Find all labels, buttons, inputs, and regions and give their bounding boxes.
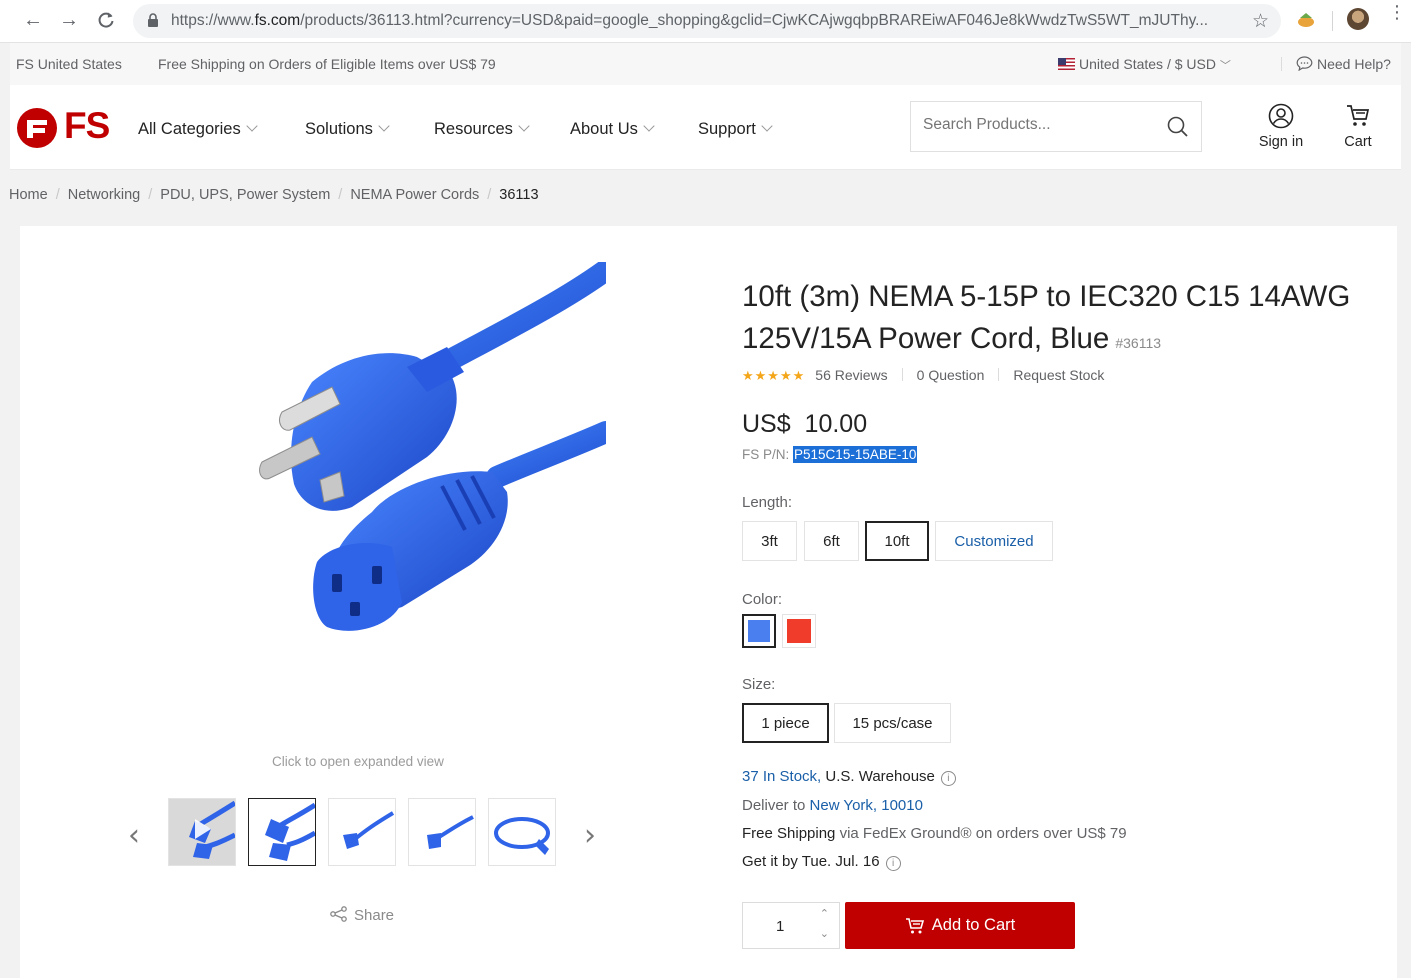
part-number: FS P/N: P515C15-15ABE-10 (742, 446, 918, 463)
lock-icon (148, 13, 158, 27)
chevron-down-icon: ﹀ (1219, 60, 1231, 72)
profile-avatar[interactable] (1347, 8, 1369, 30)
length-label: Length: (742, 494, 793, 511)
chevron-down-icon (378, 120, 390, 132)
more-menu-icon[interactable]: ⋮ (1388, 3, 1406, 21)
breadcrumb-pdu[interactable]: PDU, UPS, Power System (160, 187, 330, 203)
cart-icon (905, 917, 924, 933)
thumbnail-1[interactable] (248, 798, 316, 866)
cart-icon (1347, 105, 1370, 126)
thumbnail-video[interactable] (168, 798, 236, 866)
breadcrumb-networking[interactable]: Networking (68, 187, 141, 203)
length-option-customized[interactable]: Customized (935, 521, 1053, 561)
menu-resources[interactable]: Resources (434, 120, 530, 139)
deliver-location-link[interactable]: New York, 10010 (810, 797, 923, 814)
shipping-info: Free Shipping via FedEx Ground® on order… (742, 825, 1127, 842)
product-id: #36113 (1115, 335, 1162, 351)
thumbnail-2[interactable] (328, 798, 396, 866)
chevron-down-icon (761, 120, 773, 132)
rating-stars-icon[interactable]: ★★★★★ (742, 368, 805, 383)
size-option-15-pcs[interactable]: 15 pcs/case (834, 703, 951, 743)
breadcrumb: Home / Networking / PDU, UPS, Power System / N… (9, 187, 539, 203)
extension-icon[interactable] (1296, 10, 1316, 35)
share-button[interactable]: Share (330, 906, 394, 924)
size-label: Size: (742, 676, 776, 693)
top-info-bar: FS United States Free Shipping on Orders… (10, 43, 1401, 85)
expand-view-hint: Click to open expanded view (272, 754, 444, 769)
info-icon[interactable]: i (885, 856, 901, 871)
product-title: 10ft (3m) NEMA 5-15P to IEC320 C15 14AWG… (742, 280, 1351, 355)
browser-toolbar: ← → https://www.fs.com/products/36113.ht… (0, 0, 1411, 43)
menu-support[interactable]: Support (698, 120, 773, 139)
chevron-up-icon[interactable]: ⌃ (820, 907, 829, 920)
back-arrow-icon[interactable]: ← (20, 7, 46, 33)
topbar-divider (1281, 57, 1282, 71)
color-swatch-blue[interactable] (742, 614, 776, 648)
sign-in-button[interactable]: Sign in (1255, 103, 1307, 150)
info-icon[interactable]: i (940, 771, 956, 786)
address-bar[interactable]: https://www.fs.com/products/36113.html?c… (133, 4, 1281, 38)
delivery-date: Get it by Tue. Jul. 16 i (742, 853, 901, 871)
menu-solutions[interactable]: Solutions (305, 120, 390, 139)
cart-button[interactable]: Cart (1338, 103, 1378, 150)
locale-selector[interactable]: United States / $ USD ﹀ (1058, 56, 1231, 73)
color-swatch-red[interactable] (782, 614, 816, 648)
chevron-down-icon (246, 120, 258, 132)
toolbar-divider (1332, 11, 1333, 31)
fs-logo-mark (17, 108, 57, 148)
reload-icon[interactable] (93, 7, 119, 33)
product-price: US$ 10.00 (742, 410, 868, 438)
length-option-6ft[interactable]: 6ft (804, 521, 859, 561)
chat-bubble-icon (1296, 56, 1313, 72)
request-stock-link[interactable]: Request Stock (1013, 367, 1104, 383)
menu-all-categories[interactable]: All Categories (138, 120, 258, 139)
search-icon[interactable] (1167, 116, 1189, 138)
site-header: FS All Categories Solutions Resources Ab… (10, 85, 1401, 170)
shipping-notice[interactable]: Free Shipping on Orders of Eligible Item… (158, 56, 496, 72)
forward-arrow-icon[interactable]: → (56, 7, 82, 33)
thumbnail-next-arrow-icon[interactable]: › (584, 818, 596, 853)
search-input[interactable] (923, 116, 1153, 134)
stock-info: 37 In Stock, U.S. Warehouse i (742, 768, 956, 786)
bookmark-star-icon[interactable]: ☆ (1252, 10, 1269, 33)
length-option-10ft[interactable]: 10ft (865, 521, 929, 561)
need-help-link[interactable]: Need Help? (1296, 56, 1391, 72)
user-icon (1268, 103, 1294, 129)
product-image[interactable] (232, 262, 606, 686)
quantity-stepper[interactable]: 1 ⌃ ⌄ (742, 902, 840, 949)
fs-logo[interactable]: FS (16, 107, 110, 154)
chevron-down-icon (518, 120, 530, 132)
color-label: Color: (742, 591, 783, 608)
questions-link[interactable]: 0 Question (917, 367, 985, 383)
chevron-down-icon (643, 120, 655, 132)
reviews-link[interactable]: 56 Reviews (815, 367, 887, 383)
stock-count[interactable]: 37 In Stock, (742, 768, 821, 785)
thumbnail-3[interactable] (408, 798, 476, 866)
add-to-cart-button[interactable]: Add to Cart (845, 902, 1075, 949)
share-icon (330, 906, 347, 922)
thumbnail-4[interactable] (488, 798, 556, 866)
part-number-value[interactable]: P515C15-15ABE-10 (793, 446, 918, 463)
thumbnail-prev-arrow-icon[interactable]: ‹ (128, 818, 140, 853)
deliver-info: Deliver to New York, 10010 (742, 797, 923, 814)
menu-about-us[interactable]: About Us (570, 120, 655, 139)
breadcrumb-current: 36113 (499, 187, 539, 203)
length-option-3ft[interactable]: 3ft (742, 521, 797, 561)
url-text: https://www.fs.com/products/36113.html?c… (171, 12, 1209, 29)
chevron-down-icon[interactable]: ⌄ (820, 927, 829, 940)
quantity-value[interactable]: 1 (776, 918, 784, 935)
size-option-1-piece[interactable]: 1 piece (742, 703, 829, 743)
rating-row: ★★★★★ 56 Reviews 0 Question Request Stock (742, 367, 1104, 384)
breadcrumb-home[interactable]: Home (9, 187, 48, 203)
breadcrumb-nema[interactable]: NEMA Power Cords (350, 187, 479, 203)
us-flag-icon (1058, 58, 1075, 70)
search-box (910, 101, 1202, 152)
site-region: FS United States (16, 56, 122, 72)
